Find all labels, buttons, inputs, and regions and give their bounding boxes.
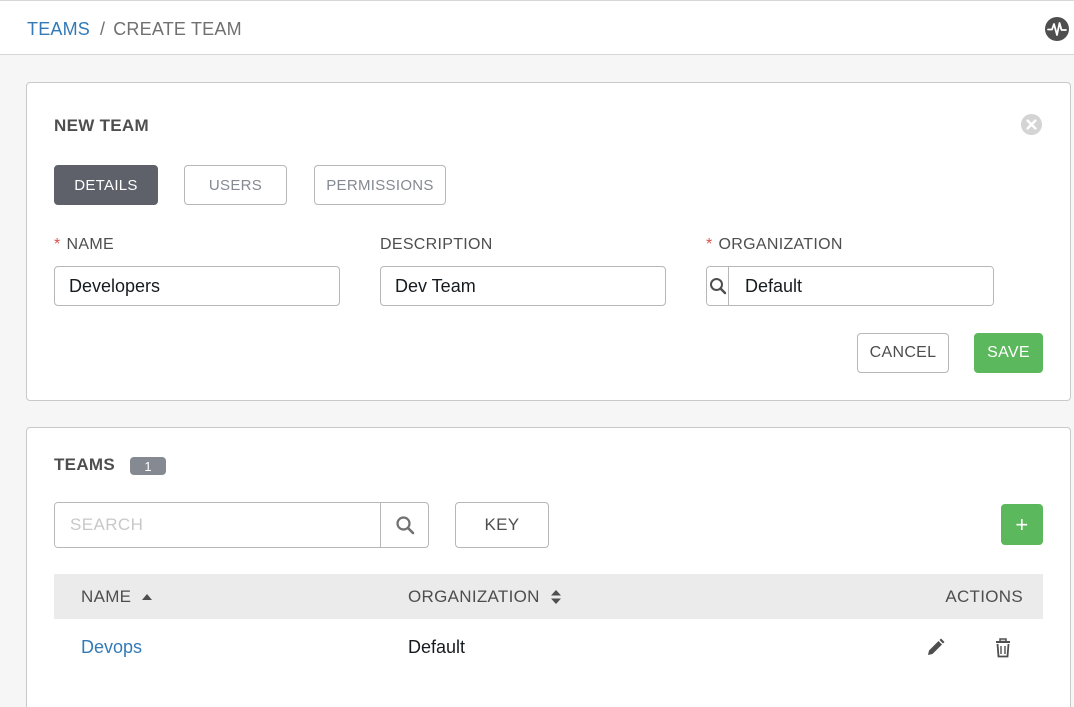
- tab-users[interactable]: USERS: [184, 165, 287, 205]
- search-button[interactable]: [380, 503, 428, 547]
- table-header: NAME ORGANIZATION ACTIONS: [54, 574, 1043, 619]
- description-input[interactable]: [380, 266, 666, 306]
- search-icon: [709, 278, 726, 295]
- add-team-button[interactable]: +: [1001, 504, 1043, 545]
- breadcrumb: TEAMS / CREATE TEAM: [27, 19, 242, 40]
- save-button[interactable]: SAVE: [974, 333, 1043, 373]
- organization-label: * ORGANIZATION: [706, 236, 843, 254]
- teams-list-panel: TEAMS 1 KEY + NAME ORGANIZATION ACTIONS …: [26, 427, 1071, 707]
- team-name-link[interactable]: Devops: [81, 637, 142, 658]
- tab-permissions[interactable]: PERMISSIONS: [314, 165, 446, 205]
- breadcrumb-teams-link[interactable]: TEAMS: [27, 19, 90, 39]
- top-bar: TEAMS / CREATE TEAM: [0, 0, 1074, 55]
- tab-details[interactable]: DETAILS: [54, 165, 158, 205]
- sort-icon: [550, 590, 561, 604]
- breadcrumb-current: CREATE TEAM: [113, 19, 242, 39]
- team-organization: Default: [408, 637, 466, 657]
- pencil-icon[interactable]: [924, 637, 946, 659]
- cancel-button[interactable]: CANCEL: [857, 333, 949, 373]
- new-team-panel: NEW TEAM DETAILS USERS PERMISSIONS * NAME…: [26, 82, 1071, 401]
- column-header-name-label: NAME: [81, 587, 132, 606]
- key-button[interactable]: KEY: [455, 502, 549, 548]
- search-box: [54, 502, 429, 548]
- name-input[interactable]: [54, 266, 340, 306]
- column-header-organization[interactable]: ORGANIZATION: [408, 587, 562, 607]
- column-header-name[interactable]: NAME: [81, 587, 153, 607]
- required-marker: *: [706, 236, 713, 253]
- sort-ascending-icon: [142, 594, 153, 600]
- trash-icon[interactable]: [992, 637, 1014, 659]
- close-circle-icon[interactable]: [1020, 113, 1043, 136]
- organization-lookup-button[interactable]: [707, 267, 729, 305]
- name-label: * NAME: [54, 236, 114, 254]
- name-label-text: NAME: [66, 236, 114, 253]
- teams-list-title: TEAMS: [54, 455, 115, 474]
- search-icon: [395, 516, 414, 535]
- description-label: DESCRIPTION: [380, 236, 493, 253]
- organization-lookup: [706, 266, 994, 306]
- column-header-organization-label: ORGANIZATION: [408, 587, 540, 606]
- required-marker: *: [54, 236, 61, 253]
- panel-title: NEW TEAM: [54, 116, 149, 135]
- count-badge: 1: [130, 457, 166, 475]
- column-header-actions: ACTIONS: [945, 587, 1023, 606]
- organization-label-text: ORGANIZATION: [718, 236, 843, 253]
- activity-stream-icon[interactable]: [1045, 17, 1069, 41]
- search-input[interactable]: [55, 503, 380, 547]
- breadcrumb-separator: /: [100, 19, 106, 39]
- organization-input[interactable]: [729, 267, 993, 305]
